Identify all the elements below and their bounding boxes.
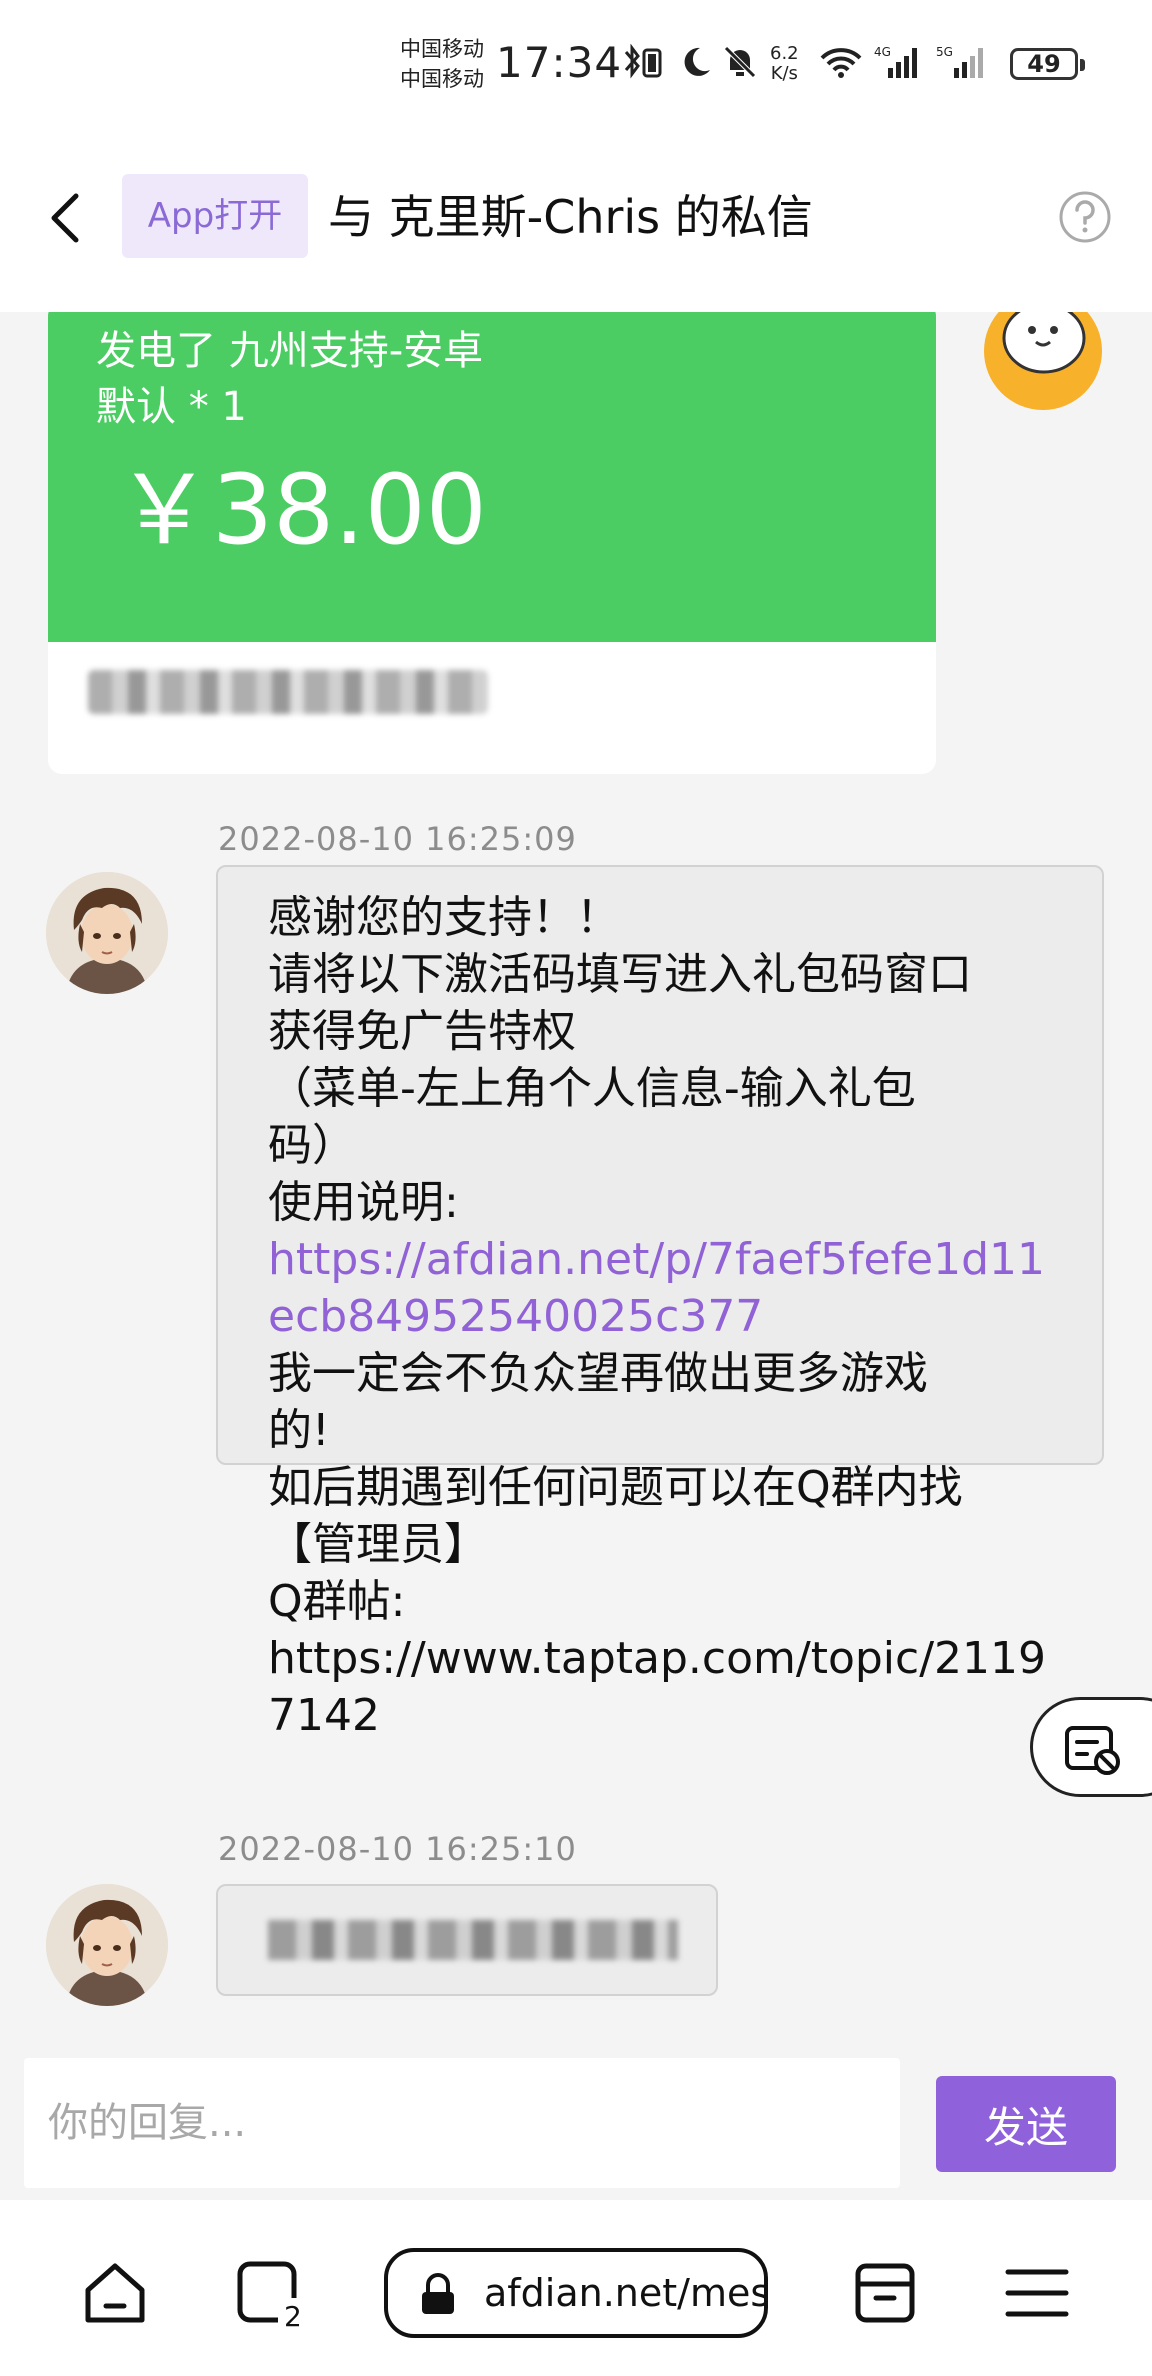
page-title: 与 克里斯-Chris 的私信 (328, 190, 813, 244)
back-arrow-icon[interactable] (40, 188, 100, 248)
clock: 17:34 (496, 38, 623, 87)
sender-avatar[interactable] (46, 1884, 168, 2006)
message-link[interactable]: https://afdian.net/p/7faef5fefe1d11 (268, 1231, 1068, 1288)
message-line: https://www.taptap.com/topic/2119 (268, 1633, 1047, 1684)
message-bubble: 感谢您的支持！！ 请将以下激活码填写进入礼包码窗口 获得免广告特权 （菜单-左上角个人… (216, 865, 1104, 1741)
tab-count: 2 (284, 2300, 302, 2328)
message-line: 码） (268, 1120, 356, 1171)
message-line: 获得免广告特权 (268, 1006, 576, 1057)
message-line: （菜单-左上角个人信息-输入礼包 (268, 1063, 916, 1114)
redacted-text (268, 1920, 678, 1960)
carrier-2: 中国移动 (400, 67, 484, 91)
net-speed-unit: K/s (770, 63, 798, 84)
address-bar[interactable]: afdian.net/mes (384, 2248, 768, 2338)
browser-toolbar: 2 afdian.net/mes (0, 2200, 1152, 2376)
home-icon[interactable] (80, 2258, 150, 2328)
svg-text:4G: 4G (874, 45, 891, 59)
net-speed: 6.2 K/s (770, 44, 799, 84)
chat-area[interactable]: 发电了 九州支持-安卓 默认 * 1 ￥38.00 2022-08-10 16:… (0, 312, 1152, 2048)
message-line: 感谢您的支持！！ (268, 892, 620, 943)
message-line: 7142 (268, 1690, 380, 1741)
floating-action-button[interactable] (1030, 1697, 1152, 1797)
open-in-app-button[interactable]: App打开 (122, 174, 308, 258)
message-line: 请将以下激活码填写进入礼包码窗口 (268, 949, 972, 1000)
message-line: 【管理员】 (268, 1519, 488, 1570)
wifi-icon (820, 48, 862, 78)
message-bubble (216, 1884, 718, 1996)
message-line: 如后期遇到任何问题可以在Q群内找 (268, 1462, 963, 1513)
redacted-text (88, 670, 488, 714)
payment-description: 发电了 九州支持-安卓 (96, 328, 484, 374)
card-blocked-icon (1065, 1726, 1120, 1775)
payment-card-header: 发电了 九州支持-安卓 默认 * 1 ￥38.00 (48, 312, 936, 642)
status-bar: 中国移动 中国移动 17:34 6.2 K/s 4G 5G 49 (0, 0, 1152, 140)
duck-avatar-icon (1002, 312, 1086, 374)
message-line: 我一定会不负众望再做出更多游戏 (268, 1348, 928, 1399)
message-line: 的! (268, 1405, 330, 1456)
send-button[interactable]: 发送 (936, 2076, 1116, 2172)
tabs-icon[interactable]: 2 (234, 2258, 314, 2328)
bluetooth-battery-icon (624, 44, 662, 79)
message-timestamp: 2022-08-10 16:25:10 (218, 1830, 577, 1868)
reply-input[interactable] (24, 2058, 900, 2188)
message-line: 使用说明: (268, 1177, 459, 1228)
net-speed-value: 6.2 (770, 43, 799, 64)
svg-text:5G: 5G (936, 45, 953, 59)
sender-avatar[interactable] (46, 872, 168, 994)
anime-boy-avatar-icon (46, 872, 168, 994)
message-link[interactable]: ecb84952540025c377 (268, 1288, 1068, 1345)
signal-5g-icon: 5G (936, 45, 983, 78)
anime-boy-avatar-icon (46, 1884, 168, 2006)
carrier-1: 中国移动 (400, 37, 484, 61)
signal-4g-icon: 4G (874, 45, 917, 78)
battery-indicator: 49 (1010, 48, 1085, 80)
url-text: afdian.net/mes (484, 2271, 768, 2315)
message-timestamp: 2022-08-10 16:25:09 (218, 820, 577, 858)
archive-icon[interactable] (850, 2258, 920, 2328)
message-line: Q群帖: (268, 1576, 406, 1627)
lock-icon (422, 2273, 454, 2314)
carrier-labels: 中国移动 中国移动 (400, 34, 484, 94)
my-avatar[interactable] (984, 312, 1102, 410)
reply-bar: 发送 (0, 2048, 1152, 2200)
mute-bell-icon (724, 46, 756, 78)
help-icon[interactable] (1058, 190, 1112, 244)
payment-card[interactable]: 发电了 九州支持-安卓 默认 * 1 ￥38.00 (48, 312, 936, 774)
payment-quantity: 默认 * 1 (96, 384, 247, 430)
message-text: 感谢您的支持！！ 请将以下激活码填写进入礼包码窗口 获得免广告特权 （菜单-左上角个人… (268, 889, 1068, 1744)
header: App打开 与 克里斯-Chris 的私信 (0, 140, 1152, 312)
payment-amount: ￥38.00 (116, 454, 487, 566)
menu-icon[interactable] (1002, 2258, 1072, 2328)
moon-icon (684, 47, 710, 76)
